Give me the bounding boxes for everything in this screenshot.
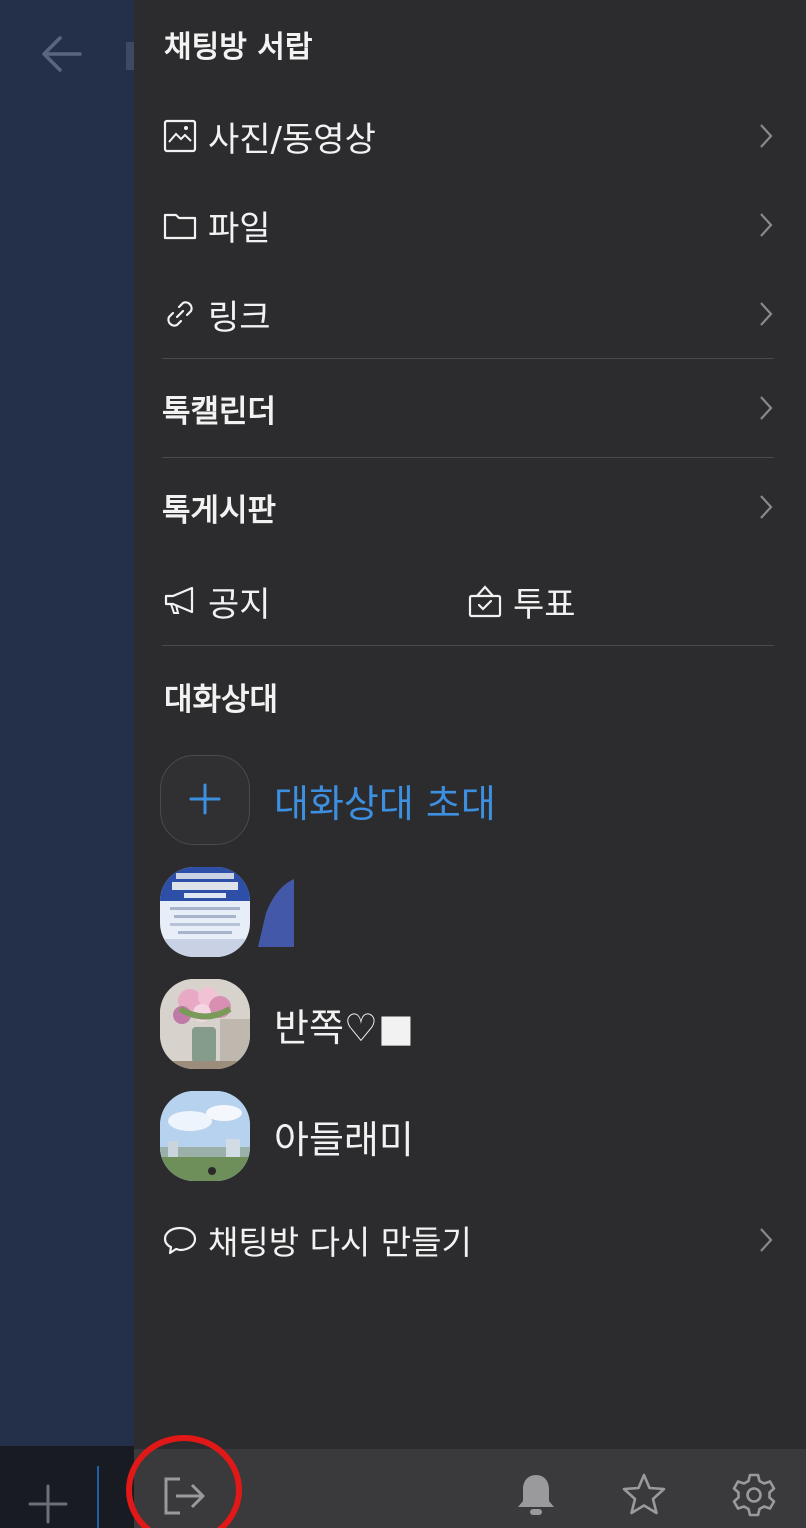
plus-icon [189,783,221,815]
link-icon [167,301,193,327]
ballot-box-icon [468,585,502,618]
plus-icon[interactable] [26,1482,70,1526]
image-icon [163,119,197,153]
drawer-item-board[interactable]: 톡게시판 [162,472,774,542]
drawer-item-calendar[interactable]: 톡캘린더 [162,373,774,443]
chat-title-fragment [126,42,134,70]
member-name-fragment [258,879,294,947]
recreate-chat-button[interactable]: 채팅방 다시 만들기 [162,1205,774,1275]
notice-button[interactable]: 공지 [162,566,271,636]
star-icon[interactable] [620,1471,668,1519]
highlight-circle [126,1435,242,1528]
drawer-bottom-bar [126,1435,806,1528]
divider [162,457,774,458]
chevron-right-icon [760,1228,773,1252]
chevron-right-icon [760,124,773,148]
flowers-image [160,979,250,1069]
invite-member-button[interactable]: 대화상대 초대 [160,754,496,846]
invite-label: 대화상대 초대 [274,781,496,826]
member-item[interactable] [160,866,320,958]
poster-avatar [160,867,250,957]
input-cursor [97,1466,99,1528]
drawer-item-label: 링크 [208,297,271,338]
drawer-item-photos[interactable]: 사진/동영상 [162,101,774,171]
speech-bubble-icon [163,1226,197,1255]
member-item[interactable]: 아들래미 [160,1090,414,1182]
sky-image [160,1091,250,1181]
chat-background [0,0,134,1446]
folder-icon [163,213,197,240]
back-arrow-icon[interactable] [40,30,84,78]
drawer-item-label: 사진/동영상 [208,119,376,160]
drawer-item-files[interactable]: 파일 [162,190,774,260]
flowers-avatar [160,979,250,1069]
vote-label: 투표 [513,584,576,625]
member-name: 반쪽♡■ [274,1005,414,1050]
chevron-right-icon [760,396,773,420]
members-title: 대화상대 [164,682,279,718]
board-label: 톡게시판 [162,492,277,529]
megaphone-icon [164,586,194,614]
poster-image [160,867,250,957]
chevron-right-icon [760,495,773,519]
calendar-label: 톡캘린더 [162,393,277,430]
recreate-label: 채팅방 다시 만들기 [208,1223,472,1262]
gear-icon[interactable] [730,1471,778,1519]
divider [162,358,774,359]
member-item[interactable]: 반쪽♡■ [160,978,414,1070]
chat-drawer: 채팅방 서랍 사진/동영상 파일 링크 톡캘린더 톡게시판 공지 투표 대화상대… [126,0,806,1528]
member-name: 아들래미 [274,1117,414,1162]
drawer-item-label: 파일 [208,208,271,249]
drawer-title: 채팅방 서랍 [164,30,313,65]
chevron-right-icon [760,213,773,237]
notice-label: 공지 [208,584,271,625]
invite-avatar [160,755,250,845]
bell-icon[interactable] [512,1471,560,1519]
divider [162,645,774,646]
vote-button[interactable]: 투표 [467,566,576,636]
sky-avatar [160,1091,250,1181]
drawer-item-links[interactable]: 링크 [162,279,774,349]
chevron-right-icon [760,302,773,326]
